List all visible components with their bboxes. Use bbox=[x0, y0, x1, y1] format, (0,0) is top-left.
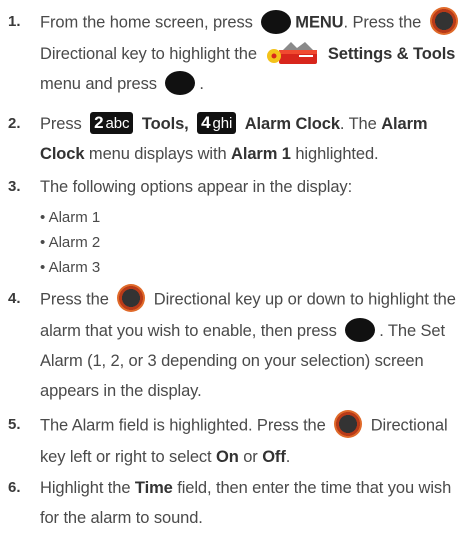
step-number: 3. bbox=[8, 178, 21, 195]
settings-tools-icon bbox=[267, 41, 318, 64]
step-text: Highlight the Time field, then enter the… bbox=[40, 479, 452, 527]
directional-key-icon bbox=[429, 7, 458, 35]
ok-key-icon bbox=[261, 9, 292, 34]
list-item: • Alarm 3 bbox=[40, 259, 101, 276]
step-number: 5. bbox=[8, 416, 21, 433]
list-item: • Alarm 2 bbox=[40, 234, 101, 251]
ok-key-icon bbox=[345, 318, 376, 343]
step-number: 4. bbox=[8, 290, 21, 307]
key-2-icon: 2 abc bbox=[90, 111, 134, 134]
step-number: 6. bbox=[8, 479, 21, 496]
directional-key-icon bbox=[334, 410, 363, 438]
key-4-icon: 4 ghi bbox=[197, 111, 237, 134]
step-text: Press the Directional key up or down to … bbox=[40, 284, 464, 406]
directional-key-icon bbox=[117, 284, 146, 312]
step-text: Press 2 abc Tools, 4 ghi Alarm Clock. The … bbox=[40, 111, 428, 163]
step-number: 2. bbox=[8, 115, 21, 132]
ok-key-icon bbox=[165, 71, 196, 96]
step-text: The Alarm field is highlighted. Press th… bbox=[40, 410, 464, 472]
step-number: 1. bbox=[8, 13, 21, 30]
options-list: • Alarm 1 • Alarm 2 • Alarm 3 bbox=[40, 205, 100, 280]
step-text: The following options appear in the disp… bbox=[40, 178, 353, 196]
list-item: • Alarm 1 bbox=[40, 209, 101, 226]
step-text: From the home screen, press MENU. Press … bbox=[40, 7, 464, 99]
manual-page: 1. From the home screen, press MENU. Pre… bbox=[0, 0, 470, 536]
